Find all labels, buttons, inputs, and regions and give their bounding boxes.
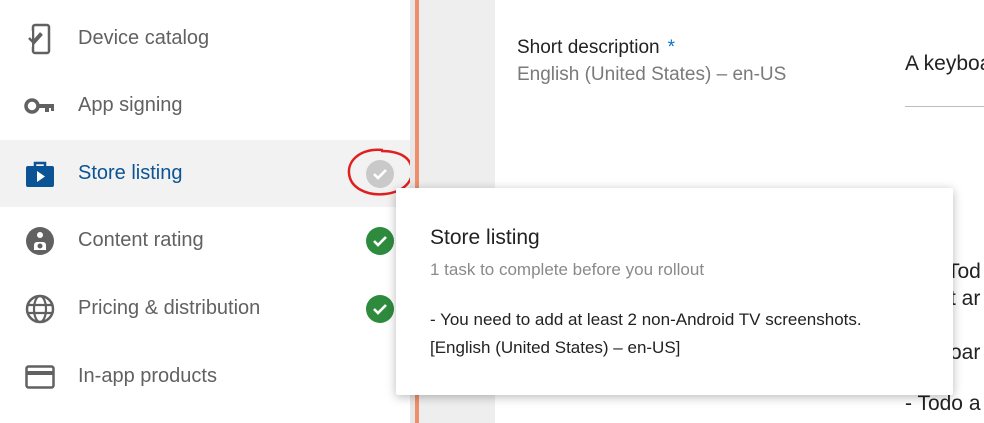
- sidebar-item-in-app-products[interactable]: In-app products: [0, 343, 410, 410]
- short-description-label: Short description *: [517, 37, 675, 58]
- sidebar: Device catalog App signing Store listing: [0, 0, 414, 423]
- description-text-fragment: t ar: [950, 287, 981, 310]
- store-bag-icon: [24, 158, 56, 190]
- card-icon: [24, 361, 56, 393]
- input-underline: [905, 106, 984, 107]
- sidebar-item-label: Pricing & distribution: [78, 297, 261, 319]
- short-description-input[interactable]: A keyboa: [905, 52, 984, 76]
- sidebar-item-label: Content rating: [78, 229, 204, 251]
- required-mark: *: [667, 37, 675, 58]
- popover-message-locale: [English (United States) – en-US]: [430, 338, 681, 357]
- sidebar-item-label: App signing: [78, 94, 183, 116]
- popover-subtitle: 1 task to complete before you rollout: [430, 260, 705, 279]
- popover-message: - You need to add at least 2 non-Android…: [430, 310, 862, 329]
- content-rating-icon: [24, 225, 56, 257]
- globe-icon: [24, 293, 56, 325]
- store-listing-popover: Store listing 1 task to complete before …: [396, 188, 953, 395]
- status-done-icon: [366, 294, 394, 323]
- status-done-icon: [366, 226, 394, 255]
- sidebar-item-content-rating[interactable]: Content rating: [0, 207, 410, 274]
- phone-check-icon: [24, 23, 56, 55]
- sidebar-item-pricing-distribution[interactable]: Pricing & distribution: [0, 275, 410, 342]
- short-description-locale: English (United States) – en-US: [517, 64, 787, 85]
- sidebar-item-label: Store listing: [78, 162, 183, 184]
- sidebar-item-label: In-app products: [78, 365, 217, 387]
- sidebar-item-label: Device catalog: [78, 27, 210, 49]
- sidebar-item-app-signing[interactable]: App signing: [0, 72, 410, 139]
- sidebar-item-device-catalog[interactable]: Device catalog: [0, 5, 410, 72]
- description-text-fragment: - Todo a: [905, 392, 981, 415]
- description-text-fragment: oar: [950, 341, 981, 364]
- popover-title: Store listing: [430, 226, 540, 249]
- key-icon: [24, 90, 56, 122]
